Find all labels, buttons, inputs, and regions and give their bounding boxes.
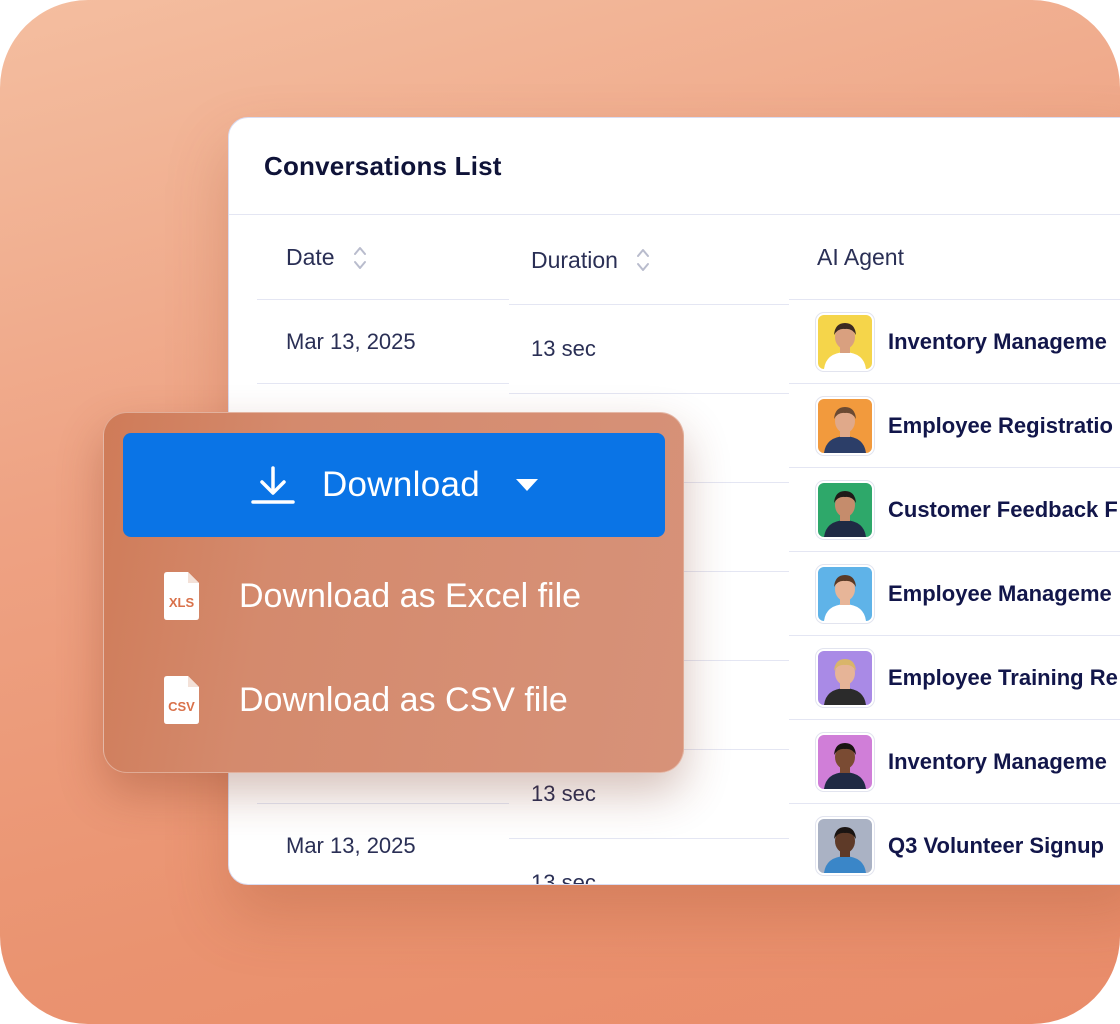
avatar [816,648,874,707]
csv-file-icon: CSV [164,676,199,724]
agent-name: Inventory Manageme [888,328,1107,354]
avatar-portrait-icon [824,658,866,705]
download-icon [251,466,295,504]
table-cell-date: Mar 13, 2025 [257,300,509,384]
avatar-portrait-icon [824,574,866,621]
agent-name: Customer Feedback F [888,496,1118,522]
avatar [816,816,874,875]
avatar [816,312,874,371]
duration-value: 13 sec [531,870,596,885]
avatar [816,396,874,455]
download-excel-label: Download as Excel file [239,576,582,615]
download-csv-option[interactable]: CSV Download as CSV file [161,675,568,725]
agent-name: Employee Registratio [888,412,1113,438]
column-header-duration[interactable]: Duration [509,216,789,305]
agent-name: Employee Training Re [888,664,1118,690]
download-button-label: Download [321,465,481,504]
table-cell-duration: 13 sec [509,839,789,885]
download-dropdown: Download XLS Download as Excel file CSV … [103,412,684,773]
agent-name: Q3 Volunteer Signup [888,832,1104,858]
avatar [816,480,874,539]
agent-column: AI Agent Inventory Manageme Employee Regi… [789,216,1120,884]
avatar-portrait-icon [824,490,866,537]
column-header-date[interactable]: Date [257,216,509,300]
agent-row[interactable]: Customer Feedback F [789,468,1120,552]
date-value: Mar 13, 2025 [286,832,416,858]
column-header-label: Date [286,244,335,270]
agent-row[interactable]: Inventory Manageme [789,720,1120,804]
background-card: Conversations List Date Mar 13, 2025 Mar… [0,0,1120,1024]
download-button[interactable]: Download [123,433,665,537]
agent-list: Inventory Manageme Employee Registratio Cu… [789,300,1120,884]
agent-name: Employee Manageme [888,580,1112,606]
column-header-label: Duration [531,246,618,273]
table-cell-date: Mar 13, 2025 [257,804,509,884]
agent-row[interactable]: Employee Manageme [789,552,1120,636]
avatar [816,732,874,791]
agent-row[interactable]: Employee Registratio [789,384,1120,468]
sort-icon[interactable] [353,245,367,271]
sort-icon[interactable] [636,247,650,273]
date-value: Mar 13, 2025 [286,328,416,354]
file-type-label: XLS [169,595,195,610]
avatar-portrait-icon [824,322,866,369]
avatar [816,564,874,623]
agent-name: Inventory Manageme [888,748,1107,774]
agent-row[interactable]: Inventory Manageme [789,300,1120,384]
avatar-portrait-icon [824,826,866,873]
download-csv-label: Download as CSV file [239,680,568,719]
agent-row[interactable]: Q3 Volunteer Signup [789,804,1120,884]
panel-header: Conversations List [229,118,1120,215]
download-excel-option[interactable]: XLS Download as Excel file [161,571,581,621]
avatar-portrait-icon [824,406,866,453]
duration-value: 13 sec [531,781,596,806]
file-type-label: CSV [168,699,195,714]
table-cell-duration: 13 sec [509,305,789,394]
avatar-portrait-icon [824,742,866,789]
agent-row[interactable]: Employee Training Re [789,636,1120,720]
column-header-label: AI Agent [817,244,904,270]
duration-value: 13 sec [531,336,596,361]
page-title: Conversations List [264,150,502,181]
chevron-down-icon [516,479,539,491]
column-header-agent: AI Agent [789,216,1120,300]
xls-file-icon: XLS [164,572,199,620]
